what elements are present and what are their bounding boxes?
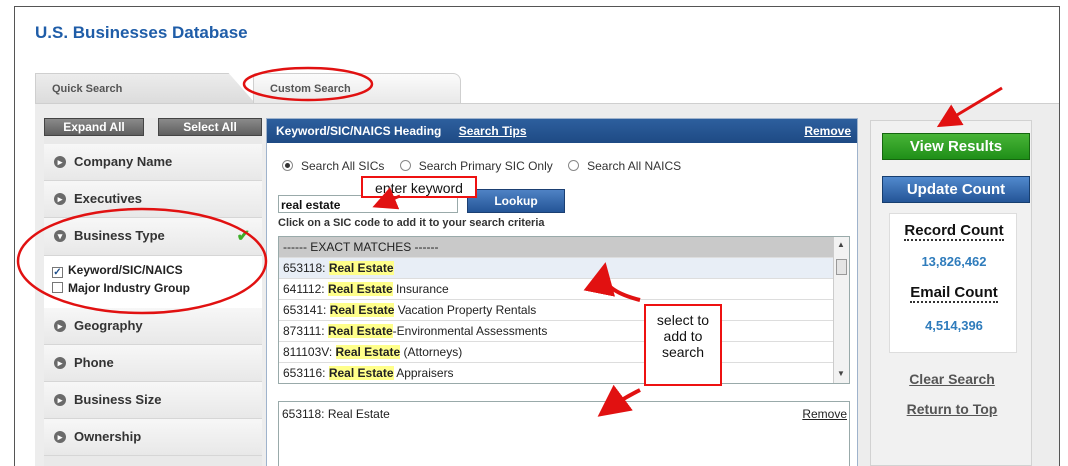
list-item[interactable]: 811103V: Real Estate (Attorneys) bbox=[279, 342, 849, 363]
sic-description: Appraisers bbox=[393, 366, 454, 380]
update-count-button[interactable]: Update Count bbox=[882, 176, 1030, 203]
sic-code: 873111: bbox=[283, 324, 328, 338]
checkbox-icon[interactable] bbox=[52, 282, 63, 293]
option-label: Major Industry Group bbox=[68, 281, 191, 295]
sic-radio-group: Search All SICs Search Primary SIC Only … bbox=[282, 159, 693, 173]
match-highlight: Real Estate bbox=[327, 324, 393, 338]
list-item[interactable]: 653118: Real Estate bbox=[279, 258, 849, 279]
criteria-sidebar: Expand All Select All ▸ Company Name ▸ Exe… bbox=[44, 118, 262, 466]
keyword-panel-header: Keyword/SIC/NAICS Heading Search Tips Re… bbox=[267, 119, 857, 143]
radio-icon[interactable] bbox=[568, 160, 580, 171]
search-tips-link[interactable]: Search Tips bbox=[459, 124, 527, 138]
select-to-add-callout: select to add to search bbox=[644, 304, 722, 386]
list-item[interactable]: 873111: Real Estate-Environmental Assess… bbox=[279, 321, 849, 342]
category-phone[interactable]: ▸ Phone bbox=[44, 345, 262, 382]
expand-icon: ▸ bbox=[54, 320, 66, 332]
category-label: Business Type bbox=[74, 228, 165, 243]
match-highlight: Real Estate bbox=[328, 261, 394, 275]
select-all-button[interactable]: Select All bbox=[158, 118, 262, 136]
category-label: Executives bbox=[74, 191, 142, 206]
selected-item: 653118: Real Estate bbox=[282, 407, 390, 421]
sic-description: Insurance bbox=[392, 282, 449, 296]
sic-code: 811103V: bbox=[283, 345, 336, 359]
results-scrollbar[interactable]: ▲ ▼ bbox=[833, 237, 849, 383]
selected-criteria-box: 653118: Real Estate Remove bbox=[278, 401, 850, 466]
checkmark-icon: ✔ bbox=[236, 228, 250, 245]
option-major-industry-group[interactable]: Major Industry Group bbox=[52, 280, 262, 298]
expand-all-button[interactable]: Expand All bbox=[44, 118, 144, 136]
checkbox-checked-icon[interactable]: ✓ bbox=[52, 267, 63, 278]
record-count-value: 13,826,462 bbox=[921, 254, 987, 269]
sic-code: 653116: bbox=[283, 366, 329, 380]
list-item[interactable]: 653141: Real Estate Vacation Property Re… bbox=[279, 300, 849, 321]
enter-keyword-callout: enter keyword bbox=[361, 176, 477, 198]
return-to-top-link[interactable]: Return to Top bbox=[871, 401, 1033, 417]
match-highlight: Real Estate bbox=[335, 345, 401, 359]
results-sidebar: View Results Update Count Record Count 1… bbox=[870, 120, 1032, 466]
expand-icon: ▸ bbox=[54, 394, 66, 406]
category-company-name[interactable]: ▸ Company Name bbox=[44, 144, 262, 181]
expand-icon: ▸ bbox=[54, 193, 66, 205]
category-business-size[interactable]: ▸ Business Size bbox=[44, 382, 262, 419]
category-geography[interactable]: ▸ Geography bbox=[44, 308, 262, 345]
sic-description: (Attorneys) bbox=[400, 345, 463, 359]
email-count-value: 4,514,396 bbox=[925, 318, 983, 333]
business-type-options: ✓ Keyword/SIC/NAICS Major Industry Group bbox=[44, 256, 262, 308]
match-highlight: Real Estate bbox=[329, 303, 395, 317]
list-item[interactable]: 641112: Real Estate Insurance bbox=[279, 279, 849, 300]
remove-link[interactable]: Remove bbox=[804, 124, 851, 138]
callout-line: search bbox=[661, 344, 705, 360]
category-executives[interactable]: ▸ Executives bbox=[44, 181, 262, 218]
sic-description: Vacation Property Rentals bbox=[394, 303, 537, 317]
count-box: Record Count 13,826,462 Email Count 4,51… bbox=[889, 213, 1017, 353]
lookup-button[interactable]: Lookup bbox=[467, 189, 565, 213]
match-highlight: Real Estate bbox=[328, 366, 394, 380]
view-results-button[interactable]: View Results bbox=[882, 133, 1030, 160]
radio-label: Search All NAICS bbox=[587, 159, 682, 173]
record-count-label: Record Count bbox=[904, 222, 1004, 241]
sic-code: 641112: bbox=[283, 282, 328, 296]
scroll-down-icon[interactable]: ▼ bbox=[837, 369, 845, 378]
panel-heading: Keyword/SIC/NAICS Heading bbox=[276, 124, 442, 138]
results-header: ------ EXACT MATCHES ------ bbox=[279, 237, 849, 258]
option-label: Keyword/SIC/NAICS bbox=[68, 263, 183, 277]
radio-search-all-naics[interactable]: Search All NAICS bbox=[568, 159, 681, 173]
radio-label: Search Primary SIC Only bbox=[418, 159, 553, 173]
sic-description: -Environmental Assessments bbox=[392, 324, 548, 338]
category-ownership[interactable]: ▸ Ownership bbox=[44, 419, 262, 456]
category-business-type[interactable]: ▾ Business Type ✔ bbox=[44, 218, 262, 256]
selected-remove-link[interactable]: Remove bbox=[802, 407, 847, 421]
expand-icon: ▸ bbox=[54, 156, 66, 168]
sic-code: 653118: bbox=[283, 261, 329, 275]
sic-hint-text: Click on a SIC code to add it to your se… bbox=[278, 217, 545, 229]
app-title: U.S. Businesses Database bbox=[35, 23, 248, 42]
radio-search-all-sics[interactable]: Search All SICs bbox=[282, 159, 384, 173]
tab-quick-search[interactable]: Quick Search bbox=[35, 73, 255, 103]
collapse-icon: ▾ bbox=[54, 230, 66, 242]
email-count-label: Email Count bbox=[910, 284, 998, 303]
keyword-panel: Keyword/SIC/NAICS Heading Search Tips Re… bbox=[266, 118, 858, 466]
category-label: Phone bbox=[74, 355, 114, 370]
category-label: Geography bbox=[74, 318, 143, 333]
radio-label: Search All SICs bbox=[301, 159, 385, 173]
callout-line: select to bbox=[656, 312, 710, 328]
clear-search-link[interactable]: Clear Search bbox=[871, 371, 1033, 387]
category-label: Company Name bbox=[74, 154, 173, 169]
list-item[interactable]: 653116: Real Estate Appraisers bbox=[279, 363, 849, 383]
scroll-thumb[interactable] bbox=[836, 259, 847, 275]
expand-icon: ▸ bbox=[54, 431, 66, 443]
sic-code: 653141: bbox=[283, 303, 330, 317]
radio-icon[interactable] bbox=[399, 160, 411, 171]
callout-line: add to bbox=[663, 328, 703, 344]
option-keyword-sic-naics[interactable]: ✓ Keyword/SIC/NAICS bbox=[52, 262, 262, 280]
category-label: Ownership bbox=[74, 429, 142, 444]
match-highlight: Real Estate bbox=[327, 282, 393, 296]
tab-custom-search[interactable]: Custom Search bbox=[253, 73, 461, 103]
category-label: Business Size bbox=[74, 392, 162, 407]
scroll-up-icon[interactable]: ▲ bbox=[837, 240, 845, 249]
radio-search-primary-sic[interactable]: Search Primary SIC Only bbox=[399, 159, 553, 173]
expand-icon: ▸ bbox=[54, 357, 66, 369]
sic-results-list: ------ EXACT MATCHES ------ 653118: Real… bbox=[278, 236, 850, 384]
radio-selected-icon[interactable] bbox=[282, 160, 293, 171]
